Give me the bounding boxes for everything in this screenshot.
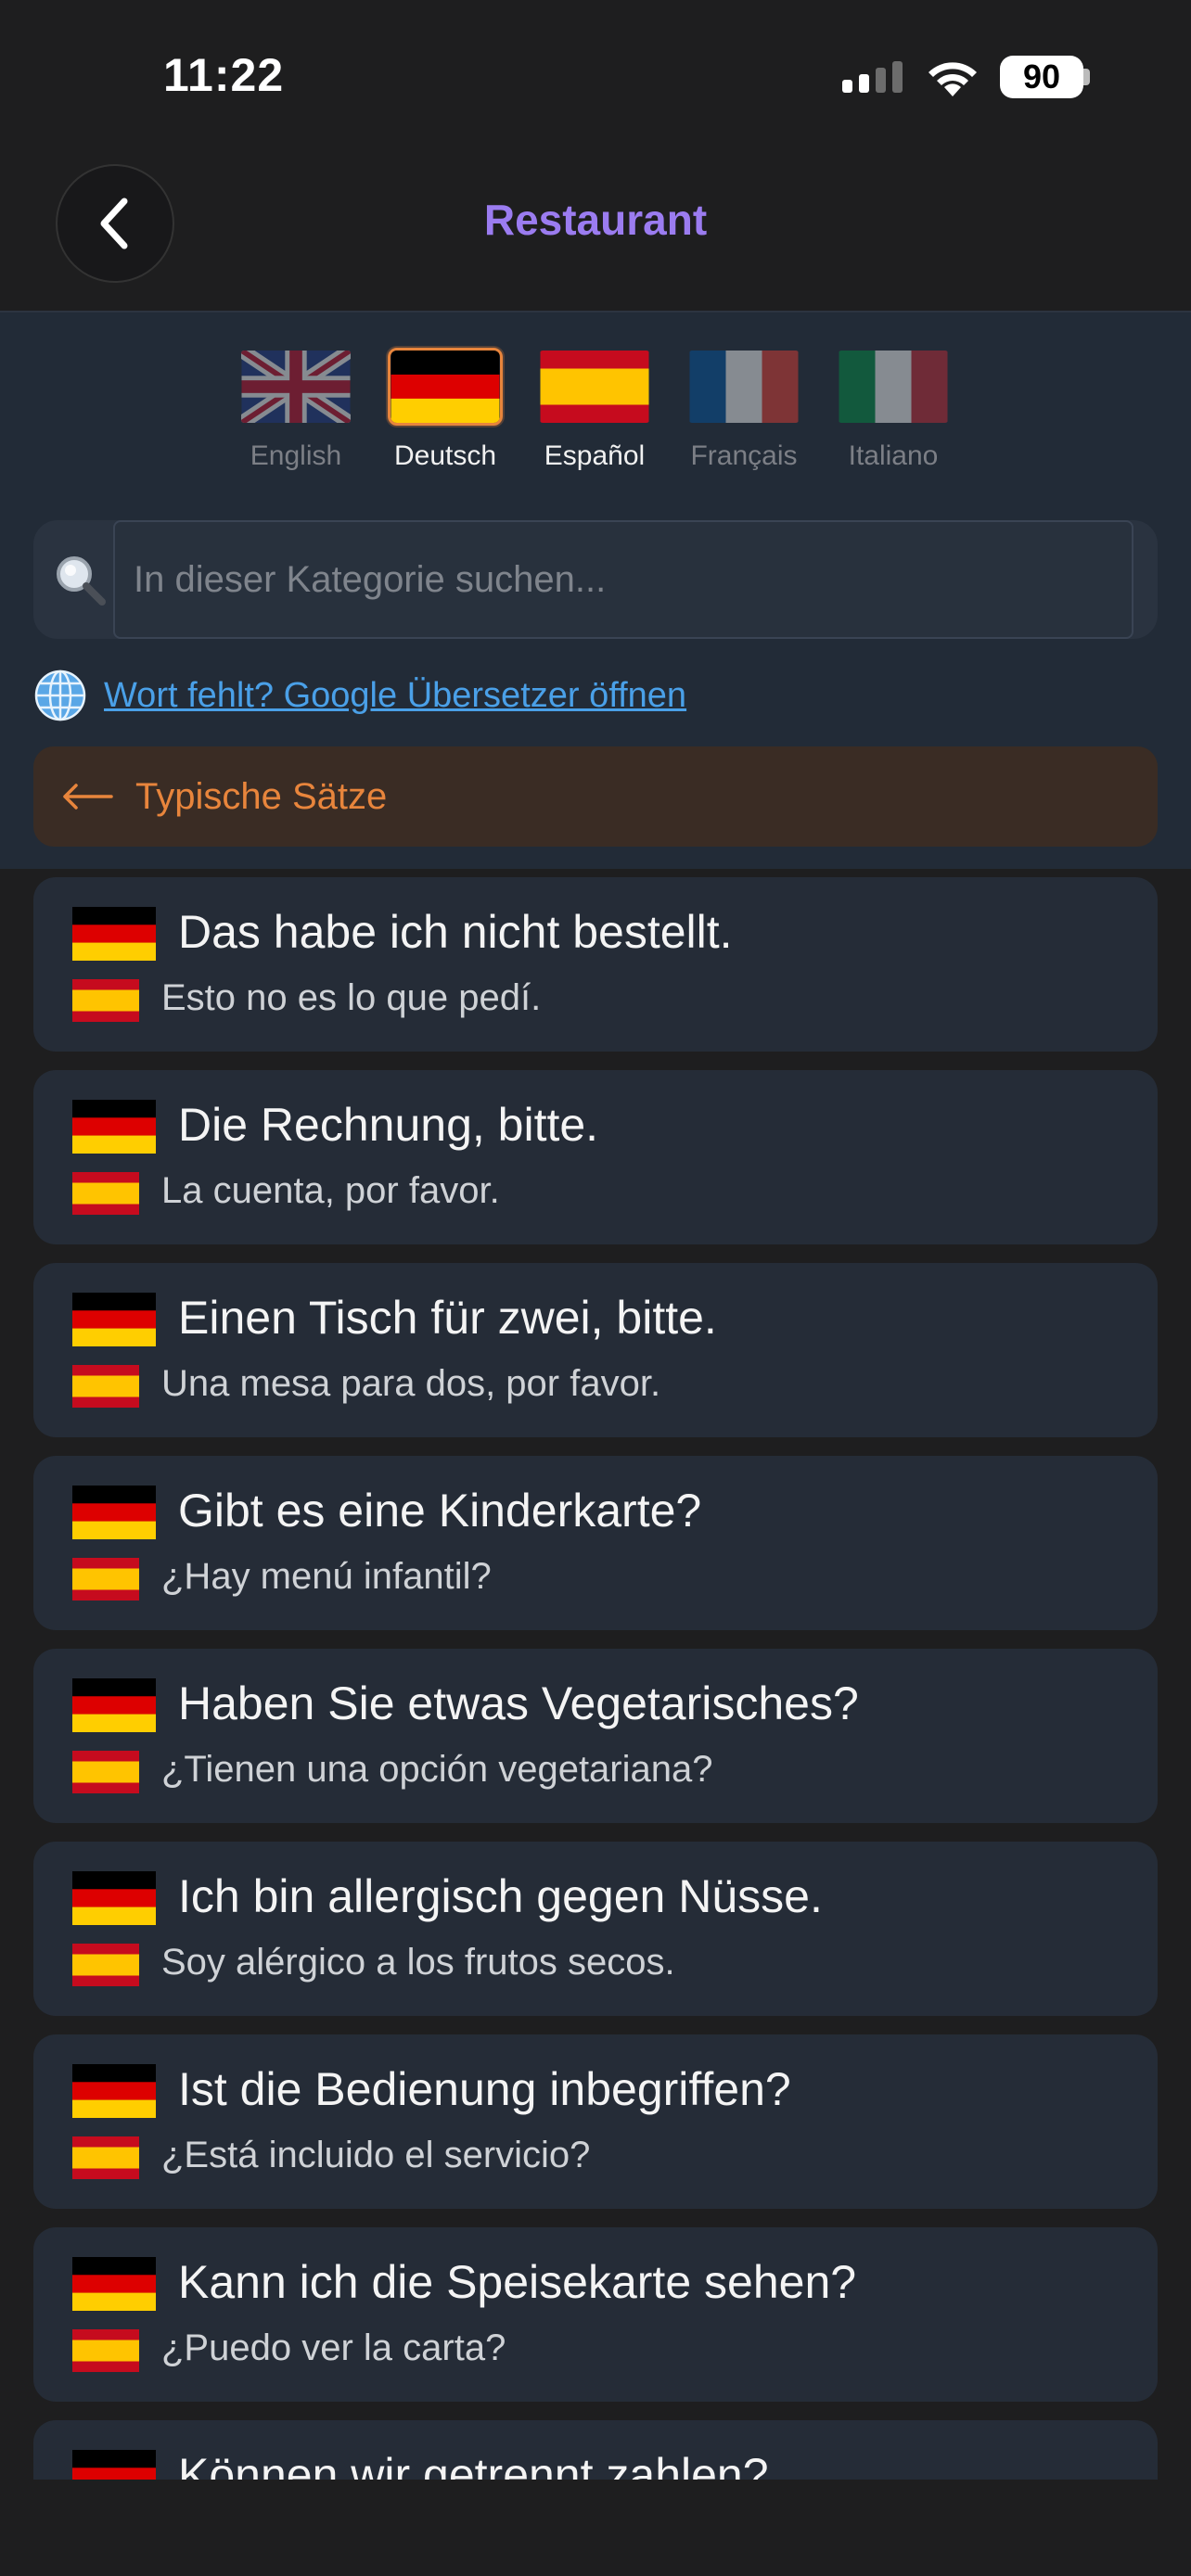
french-flag-icon bbox=[686, 348, 801, 426]
phrase-translation-text: ¿Hay menú infantil? bbox=[161, 1556, 492, 1597]
phrase-translation-text: ¿Puedo ver la carta? bbox=[161, 2327, 506, 2368]
phrase-source-text: Die Rechnung, bitte. bbox=[178, 1099, 599, 1151]
italian-flag-icon bbox=[836, 348, 951, 426]
phrase-translation-text: ¿Tienen una opción vegetariana? bbox=[161, 1749, 713, 1790]
cellular-signal-icon bbox=[842, 61, 903, 93]
german-flag-icon bbox=[72, 1293, 156, 1346]
phrase-card[interactable]: Kann ich die Speisekarte sehen? ¿Puedo v… bbox=[33, 2227, 1158, 2402]
status-time: 11:22 bbox=[163, 49, 285, 101]
phrase-source-text: Das habe ich nicht bestellt. bbox=[178, 906, 733, 958]
google-translate-row: Wort fehlt? Google Übersetzer öffnen bbox=[33, 669, 686, 722]
phrase-translation-text: Esto no es lo que pedí. bbox=[161, 977, 542, 1018]
german-flag-icon bbox=[72, 2450, 156, 2480]
phrase-card[interactable]: Haben Sie etwas Vegetarisches? ¿Tienen u… bbox=[33, 1649, 1158, 1823]
phrase-card[interactable]: Einen Tisch für zwei, bitte. Una mesa pa… bbox=[33, 1263, 1158, 1437]
phrase-translation-text: La cuenta, por favor. bbox=[161, 1170, 500, 1211]
phrase-card[interactable]: Ist die Bedienung inbegriffen? ¿Está inc… bbox=[33, 2034, 1158, 2209]
wifi-icon bbox=[928, 62, 977, 96]
phrase-translation-text: Una mesa para dos, por favor. bbox=[161, 1363, 661, 1404]
uk-flag-icon bbox=[238, 348, 353, 426]
search-input[interactable] bbox=[113, 520, 1133, 639]
spanish-flag-icon bbox=[72, 1365, 139, 1408]
phrase-translation-text: ¿Está incluido el servicio? bbox=[161, 2135, 591, 2175]
spanish-flag-icon bbox=[537, 348, 652, 426]
search-bar bbox=[33, 520, 1158, 639]
language-option-english[interactable]: English bbox=[238, 348, 353, 472]
phrase-source-text: Ist die Bedienung inbegriffen? bbox=[178, 2063, 791, 2115]
bottom-safe-area bbox=[0, 2480, 1191, 2576]
language-label: English bbox=[250, 440, 342, 471]
search-icon bbox=[57, 556, 106, 606]
phrase-translation-text: Soy alérgico a los frutos secos. bbox=[161, 1942, 675, 1983]
german-flag-icon bbox=[388, 348, 503, 426]
google-translate-link[interactable]: Wort fehlt? Google Übersetzer öffnen bbox=[104, 676, 686, 716]
language-label: Italiano bbox=[848, 440, 939, 471]
battery-indicator: 90 bbox=[1000, 56, 1083, 98]
german-flag-icon bbox=[72, 1100, 156, 1154]
spanish-flag-icon bbox=[72, 1558, 139, 1600]
battery-tip bbox=[1083, 69, 1090, 85]
phrase-source-text: Haben Sie etwas Vegetarisches? bbox=[178, 1677, 859, 1729]
german-flag-icon bbox=[72, 907, 156, 961]
language-option-italiano[interactable]: Italiano bbox=[836, 348, 951, 472]
language-option-francais[interactable]: Français bbox=[686, 348, 801, 472]
phrase-source-text: Gibt es eine Kinderkarte? bbox=[178, 1485, 702, 1537]
page-title: Restaurant bbox=[483, 196, 708, 244]
spanish-flag-icon bbox=[72, 2136, 139, 2179]
phrase-card[interactable]: Können wir getrennt zahlen? bbox=[33, 2420, 1158, 2480]
language-option-espanol[interactable]: Español bbox=[537, 348, 652, 472]
phrase-card[interactable]: Ich bin allergisch gegen Nüsse. Soy alér… bbox=[33, 1842, 1158, 2016]
spanish-flag-icon bbox=[72, 2329, 139, 2372]
spanish-flag-icon bbox=[72, 1944, 139, 1986]
phrase-list: Das habe ich nicht bestellt. Esto no es … bbox=[0, 877, 1191, 2480]
phrase-source-text: Kann ich die Speisekarte sehen? bbox=[178, 2256, 857, 2308]
phrase-card[interactable]: Gibt es eine Kinderkarte? ¿Hay menú infa… bbox=[33, 1456, 1158, 1630]
phrase-card[interactable]: Das habe ich nicht bestellt. Esto no es … bbox=[33, 877, 1158, 1052]
spanish-flag-icon bbox=[72, 1172, 139, 1215]
spanish-flag-icon bbox=[72, 979, 139, 1022]
german-flag-icon bbox=[72, 1871, 156, 1925]
category-back-button[interactable]: Typische Sätze bbox=[33, 746, 1158, 847]
language-label: Deutsch bbox=[393, 440, 497, 471]
spanish-flag-icon bbox=[72, 1751, 139, 1793]
german-flag-icon bbox=[72, 2064, 156, 2118]
german-flag-icon bbox=[72, 2257, 156, 2311]
german-flag-icon bbox=[72, 1678, 156, 1732]
language-label: Español bbox=[544, 440, 646, 471]
german-flag-icon bbox=[72, 1486, 156, 1539]
phrase-source-text: Einen Tisch für zwei, bitte. bbox=[178, 1292, 717, 1344]
globe-icon bbox=[34, 670, 86, 721]
language-option-deutsch[interactable]: Deutsch bbox=[388, 348, 503, 472]
category-label: Typische Sätze bbox=[135, 775, 388, 817]
filter-panel: English Deutsch Español Français Italian… bbox=[0, 312, 1191, 869]
phrase-source-text: Können wir getrennt zahlen? bbox=[178, 2449, 769, 2480]
language-label: Français bbox=[690, 440, 798, 471]
arrow-left-icon bbox=[63, 784, 113, 810]
nav-header: Restaurant bbox=[0, 148, 1191, 312]
phrase-source-text: Ich bin allergisch gegen Nüsse. bbox=[178, 1870, 823, 1922]
phrase-card[interactable]: Die Rechnung, bitte. La cuenta, por favo… bbox=[33, 1070, 1158, 1244]
status-bar: 11:22 90 bbox=[0, 0, 1191, 148]
